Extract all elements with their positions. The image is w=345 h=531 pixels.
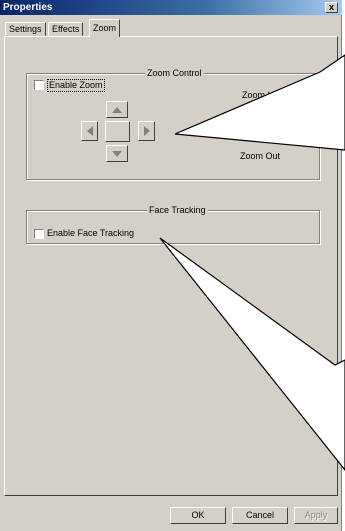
window-title: Properties xyxy=(3,2,53,13)
arrow-left-icon xyxy=(86,126,93,136)
cancel-label: Cancel xyxy=(245,510,274,520)
tab-effects[interactable]: Effects xyxy=(48,22,84,36)
enable-zoom-checkbox[interactable] xyxy=(34,80,44,90)
zoom-slider-track[interactable] xyxy=(260,97,263,139)
pan-left-button[interactable] xyxy=(81,121,98,141)
title-bar[interactable]: Properties xyxy=(0,0,342,15)
close-icon: x xyxy=(328,2,334,12)
enable-face-tracking-label[interactable]: Enable Face Tracking xyxy=(47,228,134,239)
enable-zoom-label[interactable]: Enable Zoom xyxy=(47,79,105,92)
arrow-right-icon xyxy=(143,126,150,136)
arrow-down-icon xyxy=(112,150,122,157)
enable-face-tracking-checkbox[interactable] xyxy=(34,229,44,239)
ok-label: OK xyxy=(191,510,205,520)
tab-label: Effects xyxy=(52,24,80,34)
properties-dialog: Properties x Settings Effects Zoom Zoom … xyxy=(0,0,342,531)
close-button[interactable]: x xyxy=(325,2,338,13)
tab-label: Zoom xyxy=(93,23,117,33)
face-tracking-title: Face Tracking xyxy=(147,205,208,216)
pan-up-button[interactable] xyxy=(106,101,128,118)
zoom-out-label: Zoom Out xyxy=(240,151,281,161)
zoom-in-label: Zoom In xyxy=(242,90,276,100)
pan-center-button[interactable] xyxy=(105,121,130,142)
arrow-up-icon xyxy=(112,106,122,113)
pan-down-button[interactable] xyxy=(106,145,128,162)
pan-right-button[interactable] xyxy=(138,121,155,141)
tab-label: Settings xyxy=(9,24,42,34)
zoom-slider-thumb[interactable] xyxy=(254,136,268,142)
cancel-button[interactable]: Cancel xyxy=(232,507,288,524)
apply-label: Apply xyxy=(304,510,328,520)
zoom-control-title: Zoom Control xyxy=(145,68,204,79)
ok-button[interactable]: OK xyxy=(170,507,226,524)
tab-zoom[interactable]: Zoom xyxy=(89,19,121,37)
apply-button[interactable]: Apply xyxy=(294,507,338,524)
tab-settings[interactable]: Settings xyxy=(5,22,46,36)
